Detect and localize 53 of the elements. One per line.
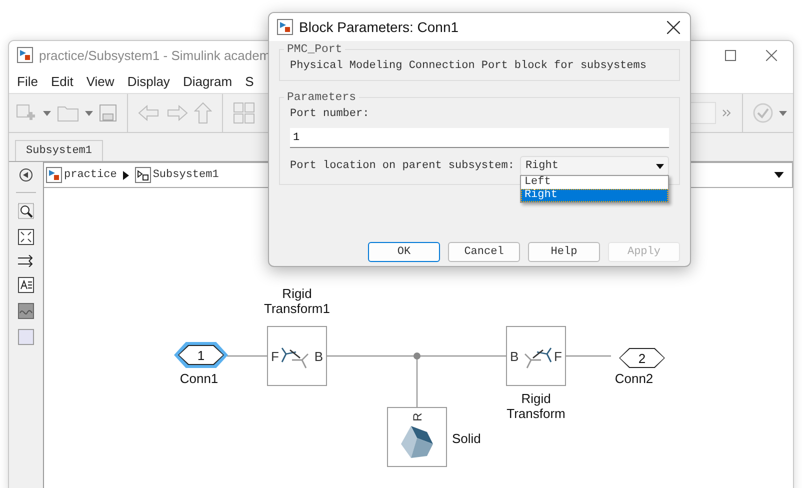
solid-block[interactable]: R xyxy=(387,407,447,467)
port-location-dropdown[interactable]: Right xyxy=(520,156,669,176)
area-icon[interactable] xyxy=(18,329,34,345)
group-title: Parameters xyxy=(286,91,358,104)
dialog-button[interactable]: OK xyxy=(368,242,440,262)
menu-item[interactable]: Diagram xyxy=(182,74,232,88)
field-label: Port number: xyxy=(290,108,370,120)
back-circle-icon[interactable] xyxy=(19,168,33,182)
caret-icon[interactable] xyxy=(774,172,784,178)
editor-tab[interactable]: Subsystem1 xyxy=(15,140,104,161)
arrows-icon[interactable] xyxy=(18,255,34,267)
zoom-icon[interactable] xyxy=(18,203,34,219)
app-icon xyxy=(277,19,293,35)
breadcrumb-link[interactable]: practice xyxy=(64,169,117,181)
more-chevron-icon[interactable] xyxy=(722,109,732,117)
rigid-transform-block[interactable]: F B xyxy=(267,326,327,386)
fit-view-icon[interactable] xyxy=(18,229,34,245)
maximize-icon[interactable] xyxy=(725,50,736,60)
block-label: Rigid Transform xyxy=(506,391,566,421)
breadcrumb-link[interactable]: Subsystem1 xyxy=(152,169,219,181)
close-icon[interactable] xyxy=(667,20,680,34)
menu-item[interactable]: View xyxy=(86,74,114,88)
block-label: Rigid Transform1 xyxy=(264,286,330,316)
close-icon[interactable] xyxy=(766,50,777,60)
caret-icon[interactable] xyxy=(656,164,664,168)
connection-port[interactable]: 2 xyxy=(619,348,665,368)
block-label: Conn2 xyxy=(614,371,654,386)
block-label: Solid xyxy=(452,431,481,446)
dialog-button[interactable]: Cancel xyxy=(448,242,520,262)
connection-port[interactable]: 1 xyxy=(174,342,228,368)
junction-dot xyxy=(414,352,420,360)
block-label: Conn1 xyxy=(180,371,218,386)
app-icon xyxy=(17,47,33,63)
field-label: Port location on parent subsystem: xyxy=(290,160,514,172)
dropdown-option[interactable]: Right xyxy=(521,189,668,202)
save-icon[interactable] xyxy=(99,104,117,122)
dialog-button[interactable]: Help xyxy=(528,242,600,262)
menu-item[interactable]: S xyxy=(245,74,254,88)
separator-triangle-icon xyxy=(122,170,129,180)
rigid-transform-block[interactable]: B F xyxy=(506,326,566,386)
cube-icon xyxy=(401,424,433,460)
menu-item[interactable]: File xyxy=(17,74,38,88)
menu-item[interactable]: Edit xyxy=(50,74,74,88)
dialog-title: Block Parameters: Conn1 xyxy=(299,19,459,35)
menu-item[interactable]: Display xyxy=(127,74,170,88)
block-description: Physical Modeling Connection Port block for subsystems xyxy=(290,60,648,72)
check-circle-icon[interactable] xyxy=(753,103,773,123)
subsystem-icon xyxy=(134,167,151,183)
port-number-field[interactable]: 1 xyxy=(290,128,669,148)
image-icon[interactable] xyxy=(18,303,34,319)
dropdown-option[interactable]: Left xyxy=(521,176,668,189)
group-title: PMC_Port xyxy=(286,43,344,56)
text-annotation-icon[interactable] xyxy=(18,277,34,293)
